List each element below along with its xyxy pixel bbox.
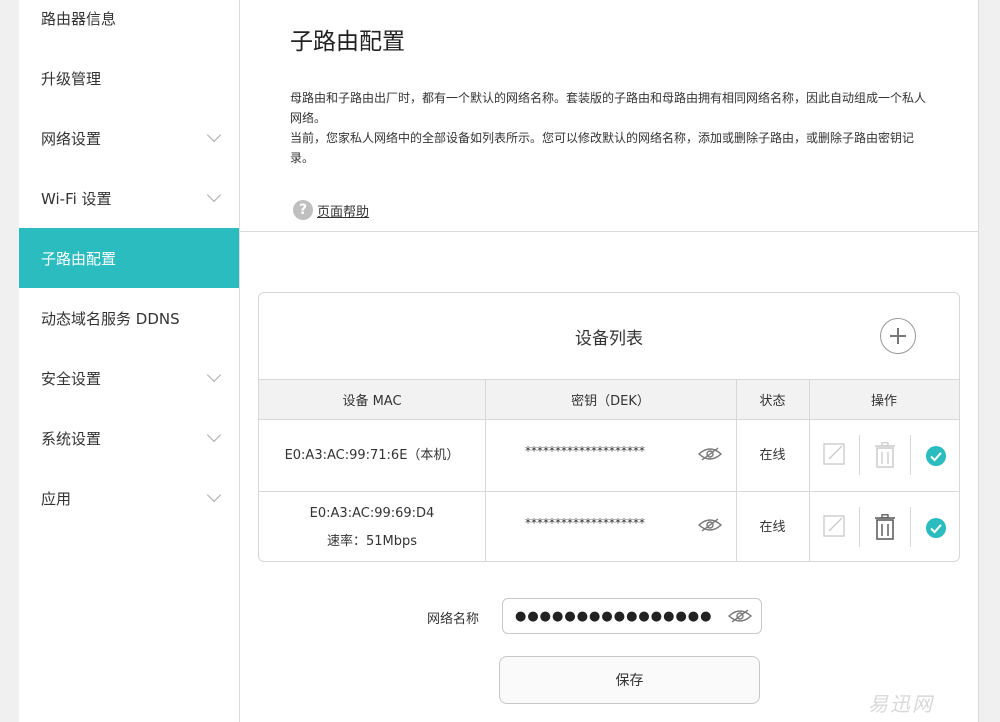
network-name-label: 网络名称: [427, 612, 480, 627]
check-icon[interactable]: [926, 518, 946, 538]
sidebar-item-subrouter-config[interactable]: 子路由配置: [19, 228, 239, 288]
sidebar-item-label: 升级管理: [41, 69, 102, 88]
eye-hidden-icon[interactable]: [698, 517, 722, 533]
chevron-down-icon: [206, 427, 222, 443]
sidebar-item-label: 路由器信息: [41, 9, 117, 28]
sidebar-item-upgrade[interactable]: 升级管理: [19, 48, 239, 108]
sidebar-item-system[interactable]: 系统设置: [19, 408, 239, 468]
eye-hidden-icon[interactable]: [698, 446, 722, 462]
device-table-title: 设备列表: [575, 328, 643, 349]
device-table: 设备列表 设备 MAC 密钥（DEK） 状态 操作 E0:A3:AC:99:71…: [258, 292, 960, 562]
edit-icon[interactable]: [823, 443, 845, 465]
sidebar-item-label: 系统设置: [41, 429, 102, 448]
sidebar-item-wifi-settings[interactable]: Wi-Fi 设置: [19, 168, 239, 228]
op-divider: [910, 435, 911, 475]
check-icon[interactable]: [926, 446, 946, 466]
mac-address: E0:A3:AC:99:69:D4: [309, 505, 435, 521]
column-header-dek: 密钥（DEK）: [571, 394, 650, 409]
sidebar-item-label: 安全设置: [41, 369, 102, 388]
help-icon: ?: [293, 200, 313, 220]
sidebar-item-label: 应用: [41, 489, 72, 508]
sidebar-item-network-settings[interactable]: 网络设置: [19, 108, 239, 168]
watermark: 易迅网: [868, 692, 934, 716]
sidebar-item-security[interactable]: 安全设置: [19, 348, 239, 408]
main-panel: 子路由配置 母路由和子路由出厂时，都有一个默认的网络名称。套装版的子路由和母路由…: [240, 0, 979, 722]
status-text: 在线: [759, 447, 786, 463]
eye-hidden-icon[interactable]: [728, 608, 752, 624]
mac-address: E0:A3:AC:99:71:6E（本机）: [284, 447, 460, 463]
description-line: 母路由和子路由出厂时，都有一个默认的网络名称。套装版的子路由和母路由拥有相同网络…: [290, 91, 927, 125]
network-name-value: ●●●●●●●●●●●●●●●●: [515, 608, 713, 624]
mac-cell: E0:A3:AC:99:69:D4 速率：51Mbps: [259, 492, 485, 561]
speed-text: 速率：51Mbps: [326, 533, 418, 549]
chevron-down-icon: [206, 487, 222, 503]
main-right-border: [978, 0, 979, 722]
op-divider: [859, 435, 860, 475]
page-help-label: 页面帮助: [317, 204, 370, 220]
table-row: E0:A3:AC:99:71:6E（本机） ******************…: [259, 420, 959, 491]
table-row: E0:A3:AC:99:69:D4 速率：51Mbps ************…: [259, 491, 959, 561]
mac-cell: E0:A3:AC:99:71:6E（本机）: [259, 420, 485, 491]
dek-value: ********************: [525, 444, 645, 458]
status-cell: 在线: [736, 420, 809, 491]
chevron-down-icon: [206, 187, 222, 203]
op-divider: [910, 507, 911, 547]
sidebar-item-ddns[interactable]: 动态域名服务 DDNS: [19, 288, 239, 348]
column-header-mac: 设备 MAC: [342, 394, 402, 409]
table-header: 设备 MAC 密钥（DEK） 状态 操作: [259, 379, 959, 420]
page-description: 母路由和子路由出厂时，都有一个默认的网络名称。套装版的子路由和母路由拥有相同网络…: [290, 88, 930, 168]
sidebar: 路由器信息 升级管理 网络设置 Wi-Fi 设置 子路由配置 动态域名服务 DD…: [19, 0, 239, 722]
header-divider: [240, 231, 979, 232]
chevron-down-icon: [206, 367, 222, 383]
sidebar-item-label: Wi-Fi 设置: [41, 189, 112, 208]
network-name-input[interactable]: ●●●●●●●●●●●●●●●●: [502, 598, 762, 634]
chevron-down-icon: [206, 127, 222, 143]
description-line: 当前，您家私人网络中的全部设备如列表所示。您可以修改默认的网络名称，添加或删除子…: [290, 131, 915, 165]
trash-icon[interactable]: [874, 442, 896, 468]
dek-value: ********************: [525, 516, 645, 530]
edit-icon[interactable]: [823, 515, 845, 537]
sidebar-item-label: 网络设置: [41, 129, 102, 148]
status-text: 在线: [759, 519, 786, 535]
sidebar-item-label: 子路由配置: [41, 249, 117, 268]
add-subrouter-button[interactable]: [880, 318, 916, 354]
status-cell: 在线: [736, 492, 809, 561]
sidebar-item-router-info[interactable]: 路由器信息: [19, 0, 239, 48]
sidebar-item-label: 动态域名服务 DDNS: [41, 309, 180, 328]
save-button[interactable]: 保存: [499, 656, 760, 704]
page-title: 子路由配置: [290, 29, 405, 55]
sidebar-item-apps[interactable]: 应用: [19, 468, 239, 528]
page-help-link[interactable]: ? 页面帮助: [293, 200, 369, 220]
trash-icon[interactable]: [874, 514, 896, 540]
column-header-status: 状态: [759, 394, 786, 409]
column-header-ops: 操作: [870, 394, 897, 409]
op-divider: [859, 507, 860, 547]
